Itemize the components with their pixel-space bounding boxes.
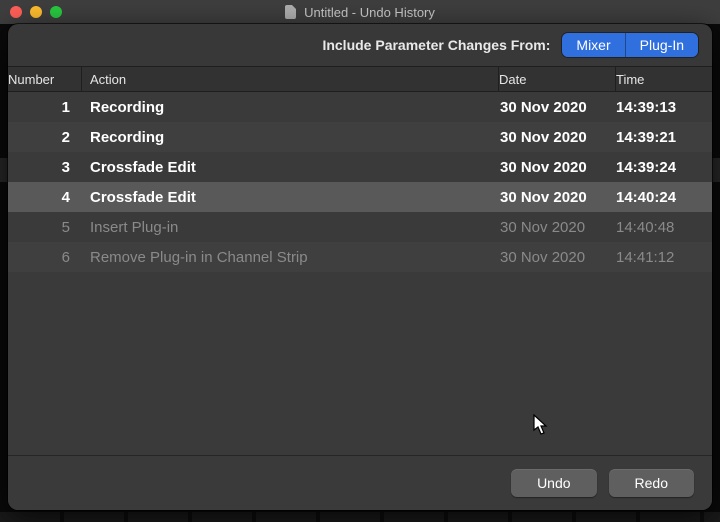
window-titlebar: Untitled - Undo History xyxy=(0,0,720,24)
cell-date: 30 Nov 2020 xyxy=(500,129,616,146)
traffic-lights xyxy=(10,0,62,24)
minimize-window-button[interactable] xyxy=(30,6,42,18)
zoom-window-button[interactable] xyxy=(50,6,62,18)
column-header-date[interactable]: Date xyxy=(499,67,616,91)
table-row[interactable]: 1Recording30 Nov 202014:39:13 xyxy=(8,92,712,122)
plugin-toggle-button[interactable]: Plug-In xyxy=(625,33,698,57)
table-row[interactable]: 3Crossfade Edit30 Nov 202014:39:24 xyxy=(8,152,712,182)
column-header-number-label: Number xyxy=(8,72,54,87)
cell-date: 30 Nov 2020 xyxy=(500,159,616,176)
mixer-toggle-button[interactable]: Mixer xyxy=(562,33,624,57)
table-row[interactable]: 5Insert Plug-in30 Nov 202014:40:48 xyxy=(8,212,712,242)
column-header-action[interactable]: Action xyxy=(82,67,499,91)
table-header: Number Action Date Time xyxy=(8,66,712,92)
cell-action: Crossfade Edit xyxy=(82,189,500,206)
cell-number: 1 xyxy=(8,99,82,116)
cell-action: Remove Plug-in in Channel Strip xyxy=(82,249,500,266)
cell-action: Crossfade Edit xyxy=(82,159,500,176)
cell-number: 4 xyxy=(8,189,82,206)
cell-number: 3 xyxy=(8,159,82,176)
cell-action: Recording xyxy=(82,99,500,116)
redo-button[interactable]: Redo xyxy=(609,469,694,497)
cell-number: 6 xyxy=(8,249,82,266)
table-body[interactable]: 1Recording30 Nov 202014:39:132Recording3… xyxy=(8,92,712,455)
top-controls: Include Parameter Changes From: Mixer Pl… xyxy=(8,24,712,66)
cell-time: 14:39:24 xyxy=(616,159,712,176)
include-changes-segmented: Mixer Plug-In xyxy=(562,33,698,57)
document-icon xyxy=(285,5,296,19)
include-changes-label: Include Parameter Changes From: xyxy=(322,37,550,53)
backdrop-thumbnails xyxy=(0,512,720,522)
cell-action: Recording xyxy=(82,129,500,146)
cell-date: 30 Nov 2020 xyxy=(500,189,616,206)
cell-date: 30 Nov 2020 xyxy=(500,249,616,266)
cell-number: 2 xyxy=(8,129,82,146)
window-title: Untitled - Undo History xyxy=(304,5,435,20)
column-header-time[interactable]: Time xyxy=(616,67,712,91)
column-header-time-label: Time xyxy=(616,72,644,87)
window-title-wrap: Untitled - Undo History xyxy=(285,5,435,20)
column-header-date-label: Date xyxy=(499,72,526,87)
cell-time: 14:40:24 xyxy=(616,189,712,206)
cell-date: 30 Nov 2020 xyxy=(500,219,616,236)
dialog-footer: Undo Redo xyxy=(8,455,712,510)
column-header-action-label: Action xyxy=(90,72,126,87)
column-header-number[interactable]: Number xyxy=(8,67,82,91)
table-row[interactable]: 4Crossfade Edit30 Nov 202014:40:24 xyxy=(8,182,712,212)
cell-time: 14:39:13 xyxy=(616,99,712,116)
cell-action: Insert Plug-in xyxy=(82,219,500,236)
cell-time: 14:40:48 xyxy=(616,219,712,236)
undo-history-dialog: Include Parameter Changes From: Mixer Pl… xyxy=(8,24,712,510)
undo-button[interactable]: Undo xyxy=(511,469,596,497)
cell-date: 30 Nov 2020 xyxy=(500,99,616,116)
close-window-button[interactable] xyxy=(10,6,22,18)
table-row[interactable]: 6Remove Plug-in in Channel Strip30 Nov 2… xyxy=(8,242,712,272)
cell-number: 5 xyxy=(8,219,82,236)
cell-time: 14:41:12 xyxy=(616,249,712,266)
cell-time: 14:39:21 xyxy=(616,129,712,146)
table-row[interactable]: 2Recording30 Nov 202014:39:21 xyxy=(8,122,712,152)
